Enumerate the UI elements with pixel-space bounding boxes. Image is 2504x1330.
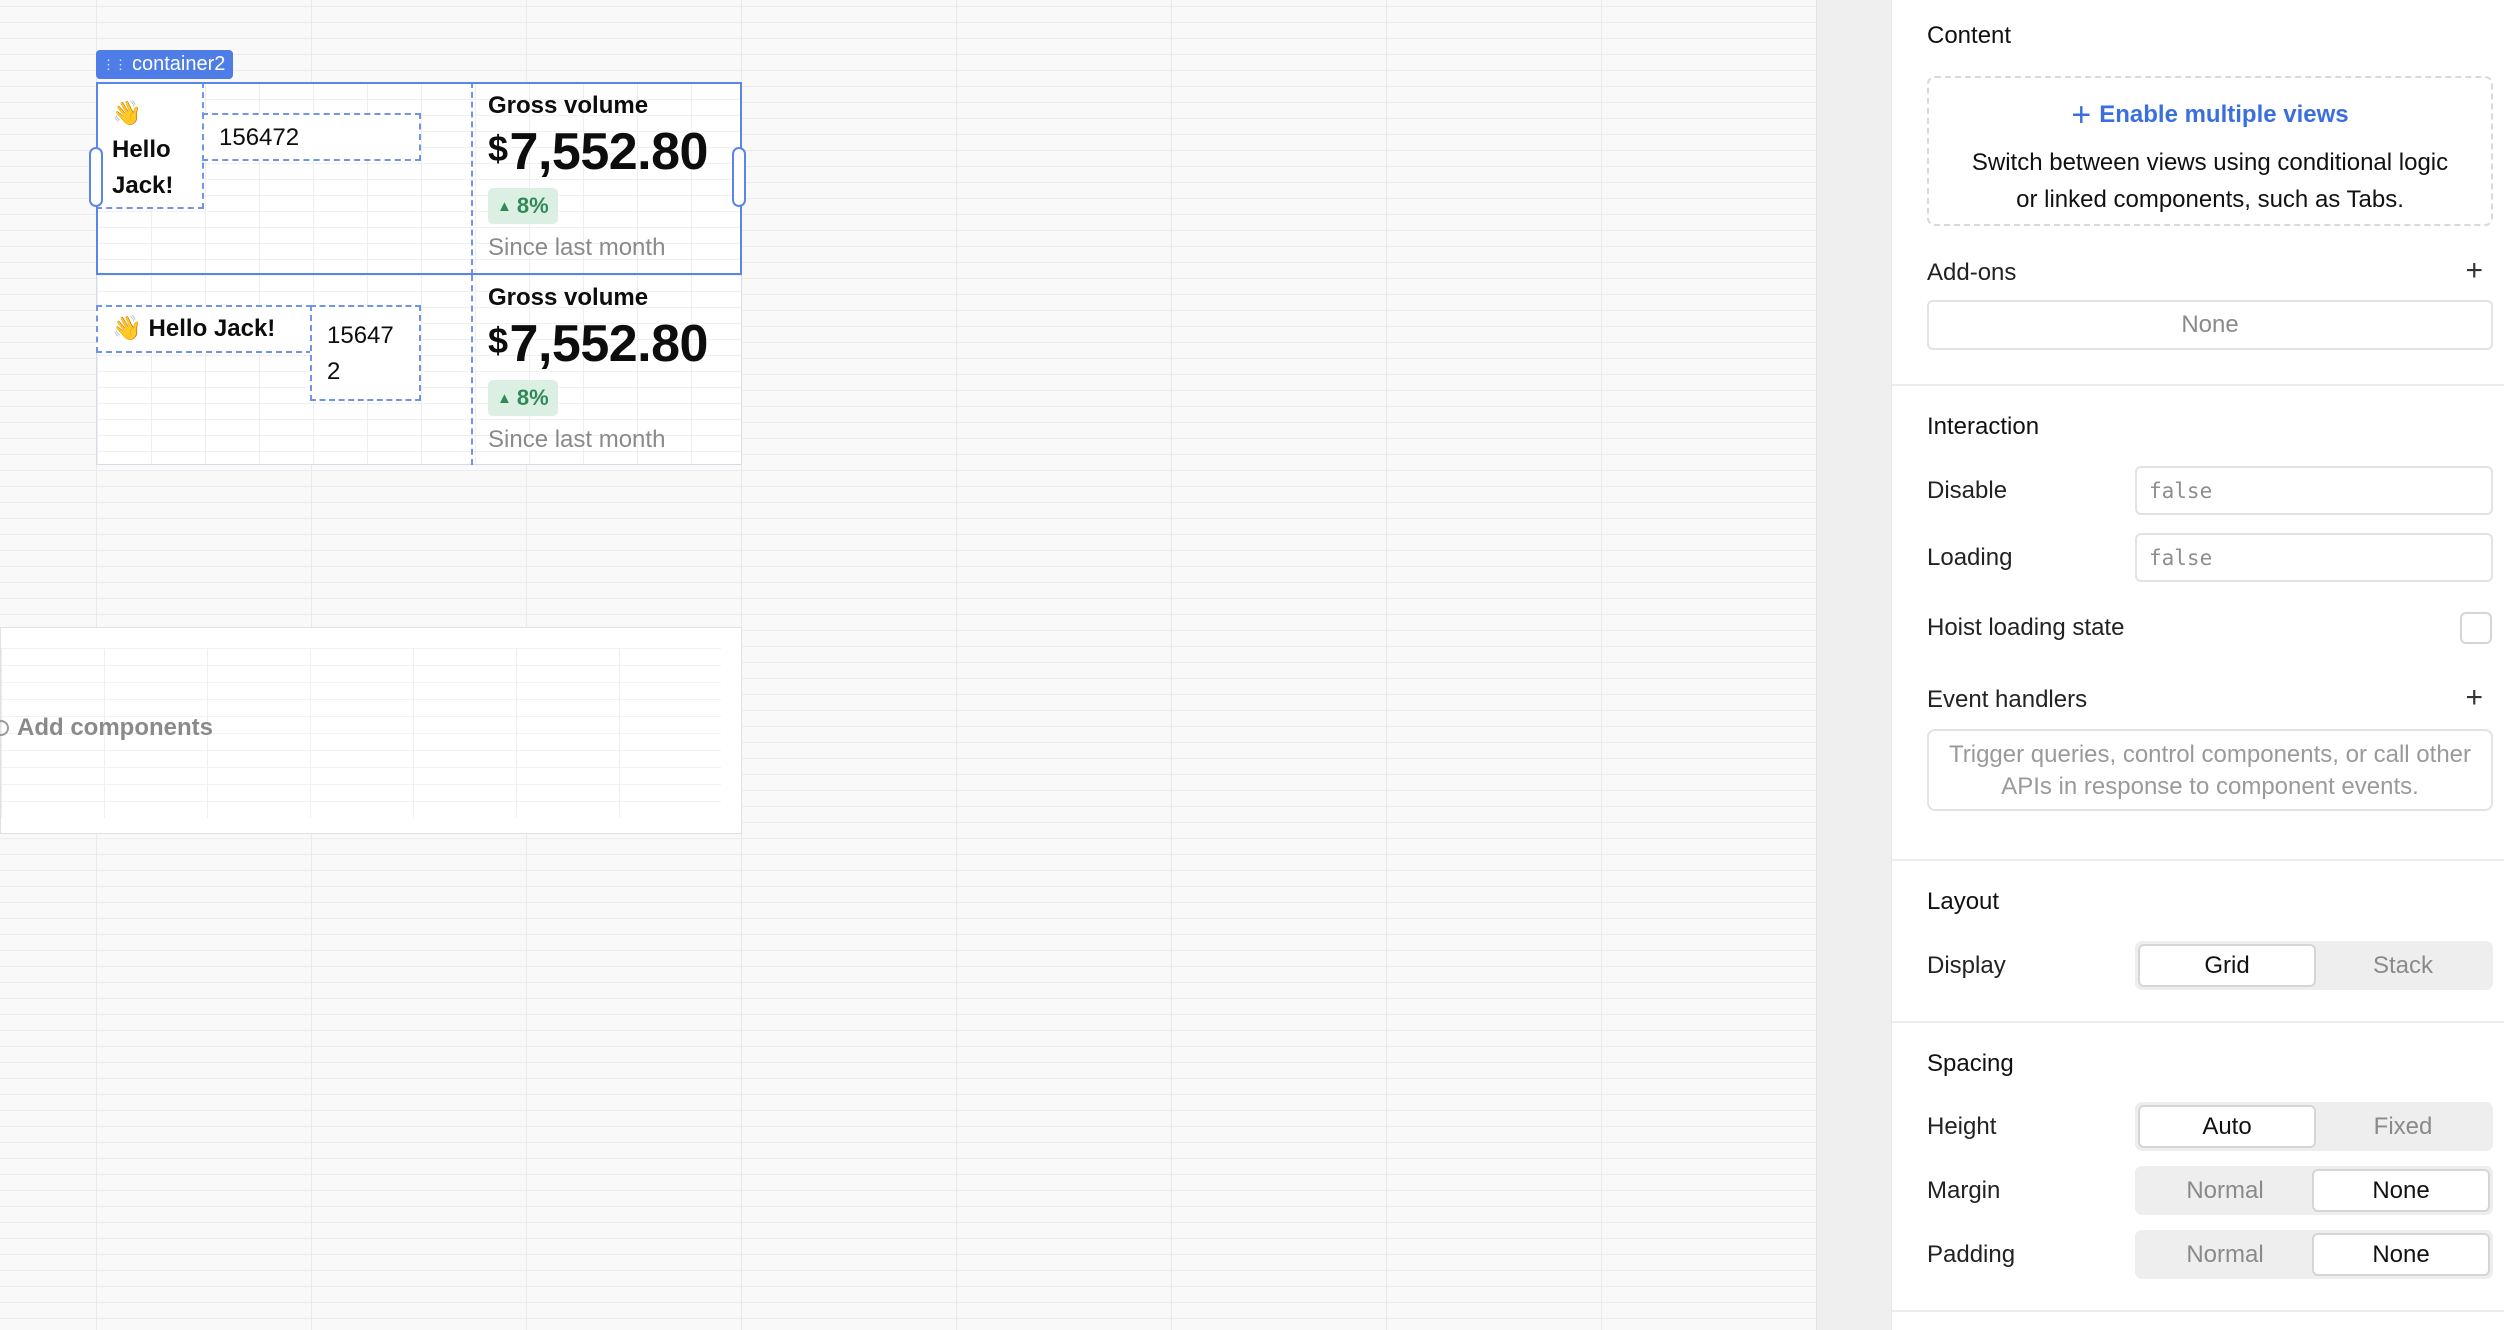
stat-value-2: $7,552.80 bbox=[488, 314, 708, 374]
event-handlers-box[interactable]: Trigger queries, control components, or … bbox=[1927, 729, 2493, 811]
hoist-loading-checkbox[interactable] bbox=[2460, 612, 2492, 644]
divider bbox=[1892, 384, 2504, 386]
padding-option-normal[interactable]: Normal bbox=[2138, 1233, 2312, 1276]
add-addon-icon[interactable]: + bbox=[2465, 256, 2483, 286]
addons-label: Add-ons bbox=[1927, 259, 2017, 286]
canvas-gutter bbox=[1816, 0, 1892, 1330]
enable-views-label: Enable multiple views bbox=[2099, 101, 2349, 128]
statistic-2: Gross volume $7,552.80 ▲ 8% Since last mo… bbox=[488, 284, 708, 454]
add-components-hint[interactable]: Add components bbox=[0, 714, 213, 742]
container-tag[interactable]: ⋮⋮ container2 bbox=[96, 50, 234, 79]
display-toggle[interactable]: Grid Stack bbox=[2135, 941, 2493, 990]
currency-symbol-2: $ bbox=[488, 320, 508, 361]
plus-icon: + bbox=[2071, 96, 2092, 134]
content-section-title: Content bbox=[1927, 22, 2012, 49]
disable-placeholder: false bbox=[2149, 478, 2213, 503]
loading-label: Loading bbox=[1927, 544, 2013, 571]
display-label: Display bbox=[1927, 952, 2006, 979]
disable-label: Disable bbox=[1927, 477, 2008, 504]
change-badge-2: ▲ 8% bbox=[488, 380, 558, 416]
stat-value-number-2: 7,552.80 bbox=[509, 315, 709, 373]
change-value-2: 8% bbox=[516, 385, 549, 410]
add-components-label: Add components bbox=[17, 714, 213, 741]
empty-container[interactable]: Add components bbox=[0, 627, 742, 834]
enable-views-button[interactable]: + Enable multiple views bbox=[1929, 98, 2491, 132]
spacing-section-title: Spacing bbox=[1927, 1050, 2014, 1077]
caret-up-icon: ▲ bbox=[497, 389, 512, 407]
drag-grip-icon[interactable]: ⋮⋮ bbox=[102, 57, 127, 73]
padding-option-none[interactable]: None bbox=[2312, 1233, 2490, 1276]
hoist-loading-label: Hoist loading state bbox=[1927, 614, 2125, 641]
resize-handle-right[interactable] bbox=[732, 147, 746, 207]
addons-value: None bbox=[2181, 311, 2239, 338]
interaction-section-title: Interaction bbox=[1927, 413, 2040, 440]
display-option-grid[interactable]: Grid bbox=[2138, 944, 2316, 987]
loading-placeholder: false bbox=[2149, 545, 2213, 570]
divider bbox=[1892, 1310, 2504, 1312]
divider bbox=[1892, 859, 2504, 861]
padding-label: Padding bbox=[1927, 1241, 2016, 1268]
hello-text-2: 👋 Hello Jack! bbox=[112, 315, 276, 342]
margin-option-normal[interactable]: Normal bbox=[2138, 1169, 2312, 1212]
selection-outline bbox=[96, 82, 742, 275]
addons-field[interactable]: None bbox=[1927, 300, 2493, 350]
stat-caption-2: Since last month bbox=[488, 426, 666, 453]
enable-views-box: + Enable multiple views Switch between v… bbox=[1927, 76, 2493, 226]
margin-label: Margin bbox=[1927, 1177, 2001, 1204]
resize-handle-left[interactable] bbox=[89, 147, 103, 207]
height-toggle[interactable]: Auto Fixed bbox=[2135, 1102, 2493, 1151]
loading-input[interactable]: false bbox=[2135, 533, 2493, 582]
height-option-auto[interactable]: Auto bbox=[2138, 1105, 2316, 1148]
margin-option-none[interactable]: None bbox=[2312, 1169, 2490, 1212]
height-option-fixed[interactable]: Fixed bbox=[2316, 1105, 2490, 1148]
number-text-2: 156472 bbox=[327, 322, 394, 385]
layout-section-title: Layout bbox=[1927, 888, 2000, 915]
container-tag-label: container2 bbox=[132, 53, 226, 75]
event-handlers-description: Trigger queries, control components, or … bbox=[1948, 741, 2472, 800]
display-option-stack[interactable]: Stack bbox=[2316, 944, 2490, 987]
enable-views-description: Switch between views using conditional l… bbox=[1971, 149, 2449, 213]
disable-input[interactable]: false bbox=[2135, 466, 2493, 515]
add-circle-icon bbox=[0, 720, 9, 736]
padding-toggle[interactable]: Normal None bbox=[2135, 1230, 2493, 1279]
event-handlers-label: Event handlers bbox=[1927, 686, 2088, 713]
add-event-handler-icon[interactable]: + bbox=[2465, 683, 2483, 713]
divider bbox=[1892, 1021, 2504, 1023]
inspector-panel: Content + Enable multiple views Switch b… bbox=[1891, 0, 2504, 1330]
height-label: Height bbox=[1927, 1113, 1997, 1140]
margin-toggle[interactable]: Normal None bbox=[2135, 1166, 2493, 1215]
stat-title-2: Gross volume bbox=[488, 284, 649, 311]
